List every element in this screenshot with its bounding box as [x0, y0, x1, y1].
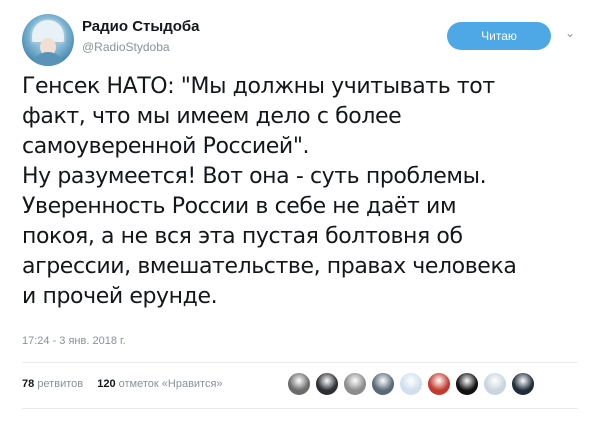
avatar-default-icon[interactable] [483, 372, 507, 396]
tweet-card: Радио Стыдоба @RadioStydoba Читаю ⌄ Генс… [0, 0, 600, 421]
likes-count[interactable]: 120 [97, 378, 115, 390]
avatar-gray-icon[interactable] [287, 372, 311, 396]
avatar-red-icon[interactable] [427, 372, 451, 396]
likes-label[interactable]: отметок «Нравится» [119, 378, 223, 390]
tweet-line: покоя, а не вся эта пустая болтовня об [22, 224, 463, 249]
tweet-line: самоуверенной Россией". [22, 134, 310, 159]
tweet-line: и прочей ерунде. [22, 284, 218, 309]
follow-button[interactable]: Читаю [447, 22, 551, 50]
tweet-line: факт, что мы имеем дело с более [22, 104, 402, 129]
avatar-darkblue-icon[interactable] [511, 372, 535, 396]
author-name[interactable]: Радио Стыдоба [82, 18, 200, 35]
tweet-line: Уверенность России в себе не даёт им [22, 194, 457, 219]
avatar-eye-icon[interactable] [371, 372, 395, 396]
tweet-text: Генсек НАТО: "Мы должны учитывать тот фа… [22, 72, 592, 312]
retweets-count[interactable]: 78 [22, 378, 34, 390]
divider [22, 362, 578, 363]
chevron-down-icon[interactable]: ⌄ [563, 26, 577, 40]
author-handle[interactable]: @RadioStydoba [82, 40, 170, 54]
avatar-flag-icon[interactable] [399, 372, 423, 396]
dress-shape [32, 52, 64, 66]
tweet-line: Генсек НАТО: "Мы должны учитывать тот [22, 74, 495, 99]
tweet-line: агрессии, вмешательстве, правах человека [22, 254, 517, 279]
avatar-black-icon[interactable] [455, 372, 479, 396]
divider [22, 408, 578, 409]
tweet-line: Ну разумеется! Вот она - суть проблемы. [22, 164, 487, 189]
author-avatar[interactable] [22, 14, 74, 66]
avatar-dark-icon[interactable] [315, 372, 339, 396]
tweet-timestamp[interactable]: 17:24 - 3 янв. 2018 г. [22, 335, 126, 347]
tweet-stats: 78 ретвитов 120 отметок «Нравится» [22, 378, 223, 390]
retweets-label[interactable]: ретвитов [37, 378, 83, 390]
avatar-gray2-icon[interactable] [343, 372, 367, 396]
